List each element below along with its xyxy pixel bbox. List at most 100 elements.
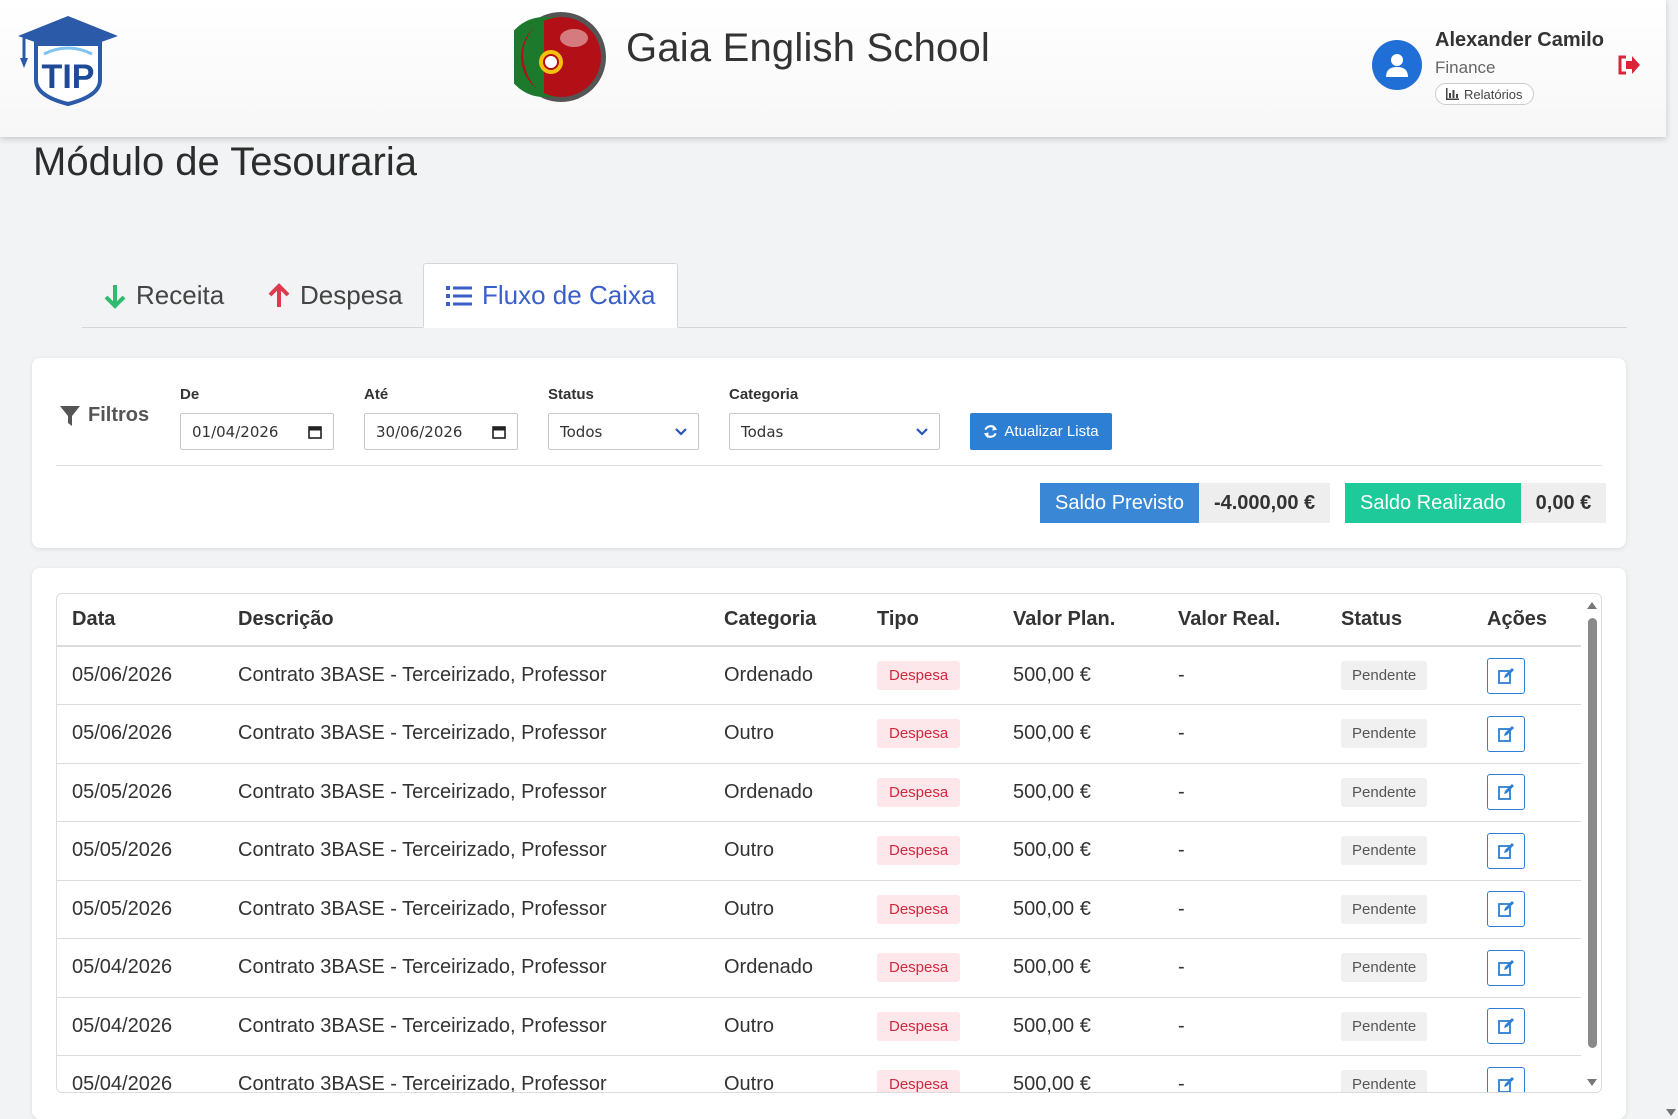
logout-icon[interactable] [1618,55,1640,75]
bar-chart-icon [1446,88,1459,100]
scrollbar-thumb[interactable] [1588,618,1597,1048]
user-avatar[interactable] [1372,40,1422,90]
edit-button[interactable] [1487,715,1525,752]
edit-icon [1498,784,1514,801]
edit-button[interactable] [1487,1066,1525,1092]
cell-status: Pendente [1326,938,1472,998]
cell-status: Pendente [1326,880,1472,939]
category-label: Categoria [729,386,799,403]
column-header-status[interactable]: Status [1326,594,1472,647]
scroll-down-arrow-icon[interactable] [1587,1079,1597,1086]
from-date-input[interactable]: 01/04/2026 [180,413,334,450]
edit-button[interactable] [1487,657,1525,694]
calendar-icon[interactable] [492,425,506,439]
cell-status: Pendente [1326,763,1472,822]
cell-date: 05/06/2026 [57,646,223,705]
top-header: TIP Gaia English School Alexander Camilo… [0,0,1666,137]
filter-icon [60,405,80,426]
edit-button[interactable] [1487,832,1525,869]
edit-icon [1498,1076,1514,1092]
school-name: Gaia English School [626,26,991,70]
cell-real-value: - [1163,880,1326,939]
refresh-label: Atualizar Lista [1004,423,1099,440]
cell-type: Despesa [862,1055,998,1092]
refresh-icon [984,424,998,439]
cell-status: Pendente [1326,704,1472,764]
cell-category: Ordenado [709,646,862,705]
cashflow-table-container[interactable]: Data Descrição Categoria Tipo Valor Plan… [56,593,1602,1093]
edit-button[interactable] [1487,774,1525,811]
table-row[interactable]: 05/05/2026 Contrato 3BASE - Terceirizado,… [57,880,1581,939]
edit-icon [1498,959,1514,976]
column-header-planned-value[interactable]: Valor Plan. [998,594,1163,647]
status-badge: Pendente [1341,836,1428,866]
school-logo[interactable]: TIP [14,14,122,106]
calendar-icon[interactable] [308,425,322,439]
table-row[interactable]: 05/04/2026 Contrato 3BASE - Terceirizado,… [57,1055,1581,1092]
portugal-flag-icon [514,12,606,102]
chevron-down-icon [675,427,687,436]
cell-type: Despesa [862,821,998,881]
refresh-list-button[interactable]: Atualizar Lista [970,413,1112,450]
cell-description: Contrato 3BASE - Terceirizado, Professor [223,763,709,822]
arrow-up-icon [268,282,290,307]
table-row[interactable]: 05/04/2026 Contrato 3BASE - Terceirizado,… [57,938,1581,998]
status-badge: Pendente [1341,1011,1428,1041]
status-select[interactable]: Todos [548,413,699,450]
cell-type: Despesa [862,704,998,764]
cell-real-value: - [1163,646,1326,705]
edit-icon [1498,725,1514,742]
cell-category: Outro [709,1055,862,1092]
type-badge: Despesa [877,777,961,807]
scroll-up-arrow-icon[interactable] [1587,602,1597,609]
cell-actions [1472,646,1581,705]
cell-real-value: - [1163,704,1326,764]
table-row[interactable]: 05/06/2026 Contrato 3BASE - Terceirizado,… [57,704,1581,764]
tab-fluxo-de-caixa[interactable]: Fluxo de Caixa [423,263,679,328]
edit-icon [1498,667,1514,684]
table-scrollbar[interactable] [1584,594,1600,1092]
edit-button[interactable] [1487,891,1525,928]
cell-actions [1472,763,1581,822]
edit-button[interactable] [1487,949,1525,986]
status-label: Status [548,386,594,403]
column-header-description[interactable]: Descrição [223,594,709,647]
column-header-date[interactable]: Data [57,594,223,647]
reports-button[interactable]: Relatórios [1435,83,1534,105]
to-date-input[interactable]: 30/06/2026 [364,413,518,450]
table-row[interactable]: 05/05/2026 Contrato 3BASE - Terceirizado,… [57,821,1581,881]
user-role: Finance [1435,58,1496,77]
status-badge: Pendente [1341,953,1428,983]
table-row[interactable]: 05/06/2026 Contrato 3BASE - Terceirizado,… [57,646,1581,705]
column-header-type[interactable]: Tipo [862,594,998,647]
column-header-category[interactable]: Categoria [709,594,862,647]
cell-description: Contrato 3BASE - Terceirizado, Professor [223,880,709,939]
cell-real-value: - [1163,1055,1326,1092]
cell-real-value: - [1163,997,1326,1056]
planned-balance: Saldo Previsto -4.000,00 € [1040,483,1331,523]
column-header-real-value[interactable]: Valor Real. [1163,594,1326,647]
cell-status: Pendente [1326,997,1472,1056]
cell-type: Despesa [862,763,998,822]
table-row[interactable]: 05/05/2026 Contrato 3BASE - Terceirizado,… [57,763,1581,822]
cell-planned-value: 500,00 € [998,1055,1163,1092]
cell-date: 05/06/2026 [57,704,223,764]
tab-receita[interactable]: Receita [82,263,246,328]
category-select[interactable]: Todas [729,413,940,450]
edit-button[interactable] [1487,1008,1525,1045]
tab-despesa[interactable]: Despesa [246,263,425,328]
page-scroll-down-arrow-icon[interactable] [1666,1109,1676,1116]
tabs-bar: Receita Despesa Fluxo de Caixa [82,263,1627,328]
cell-category: Outro [709,880,862,939]
type-badge: Despesa [877,953,961,983]
from-date-value: 01/04/2026 [192,422,279,441]
status-badge: Pendente [1341,661,1428,690]
filters-card: Filtros De 01/04/2026 Até 30/06/2026 Sta… [32,358,1626,548]
edit-icon [1498,1018,1514,1035]
cell-type: Despesa [862,938,998,998]
planned-balance-value: -4.000,00 € [1198,483,1331,523]
cell-date: 05/05/2026 [57,880,223,939]
table-row[interactable]: 05/04/2026 Contrato 3BASE - Terceirizado,… [57,997,1581,1056]
cell-planned-value: 500,00 € [998,704,1163,764]
cell-status: Pendente [1326,1055,1472,1092]
